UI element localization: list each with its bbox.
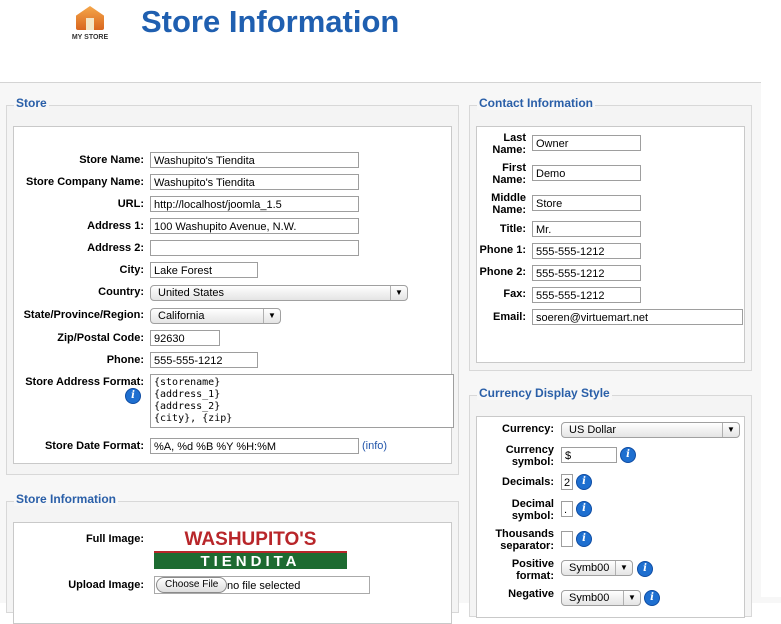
store-fields: Store Name: Washupito's Tiendita Store C… bbox=[13, 126, 454, 464]
currency-symbol-input[interactable]: $ bbox=[561, 447, 617, 463]
decimal-symbol-label: Decimal symbol: bbox=[511, 498, 554, 522]
address2-input[interactable] bbox=[150, 240, 359, 256]
first-name-input[interactable]: Demo bbox=[532, 165, 641, 181]
info-icon[interactable]: i bbox=[576, 501, 592, 517]
title-label: Title: bbox=[499, 223, 526, 235]
date-format-input[interactable]: %A, %d %B %Y %H:%M bbox=[150, 438, 359, 454]
store-logo-image: WASHUPITO'S TIENDITA bbox=[154, 530, 347, 570]
logo-top-text: WASHUPITO'S bbox=[154, 530, 347, 550]
info-icon[interactable]: i bbox=[644, 590, 660, 606]
address2-label: Address 2: bbox=[87, 242, 144, 254]
company-name-label: Store Company Name: bbox=[26, 176, 144, 188]
fax-input[interactable]: 555-555-1212 bbox=[532, 287, 641, 303]
no-file-text: no file selected bbox=[227, 580, 301, 592]
decimal-symbol-input[interactable]: . bbox=[561, 501, 573, 517]
url-label: URL: bbox=[117, 198, 144, 210]
currency-panel: Currency Display Style Currency: US Doll… bbox=[469, 386, 752, 618]
phone1-input[interactable]: 555-555-1212 bbox=[532, 243, 641, 259]
store-information-fields: Full Image: WASHUPITO'S TIENDITA Upload … bbox=[13, 522, 452, 624]
title-input[interactable]: Mr. bbox=[532, 221, 641, 237]
negative-format-select[interactable]: Symb00 ▼ bbox=[561, 590, 641, 606]
address1-label: Address 1: bbox=[87, 220, 144, 232]
phone-label: Phone: bbox=[106, 354, 144, 366]
logo-bottom-text: TIENDITA bbox=[154, 551, 347, 570]
state-label: State/Province/Region: bbox=[23, 309, 144, 321]
currency-label: Currency: bbox=[502, 423, 554, 435]
dropdown-arrow-icon: ▼ bbox=[390, 286, 407, 300]
info-icon[interactable]: i bbox=[576, 531, 592, 547]
decimals-input[interactable]: 2 bbox=[561, 474, 573, 490]
info-icon[interactable]: i bbox=[637, 561, 653, 577]
last-name-input[interactable]: Owner bbox=[532, 135, 641, 151]
upload-field: Choose File no file selected bbox=[154, 576, 370, 594]
form-area: Store Store Name: Washupito's Tiendita S… bbox=[0, 82, 781, 624]
logo-text: MY STORE bbox=[71, 34, 109, 41]
scrollbar-area[interactable] bbox=[761, 82, 781, 597]
middle-name-label: Middle Name: bbox=[491, 192, 526, 216]
address-format-textarea[interactable]: {storename} {address_1} {address_2} {cit… bbox=[150, 374, 454, 428]
decimals-label: Decimals: bbox=[502, 476, 554, 488]
phone2-label: Phone 2: bbox=[479, 266, 526, 278]
thousands-separator-label: Thousands separator: bbox=[495, 528, 554, 552]
info-link[interactable]: (info) bbox=[362, 440, 387, 452]
state-select[interactable]: California ▼ bbox=[150, 308, 281, 324]
info-icon[interactable]: i bbox=[125, 388, 141, 404]
last-name-label: Last Name: bbox=[492, 132, 526, 156]
full-image-label: Full Image: bbox=[85, 533, 144, 545]
page-title: Store Information bbox=[141, 4, 400, 39]
email-input[interactable]: soeren@virtuemart.net bbox=[532, 309, 743, 325]
company-name-input[interactable]: Washupito's Tiendita bbox=[150, 174, 359, 190]
state-value: California bbox=[158, 310, 205, 322]
city-input[interactable]: Lake Forest bbox=[150, 262, 258, 278]
email-label: Email: bbox=[492, 311, 526, 323]
currency-symbol-label: Currency symbol: bbox=[505, 444, 554, 468]
positive-format-value: Symb00 bbox=[569, 562, 610, 574]
currency-value: US Dollar bbox=[569, 424, 617, 436]
contact-legend: Contact Information bbox=[477, 96, 595, 110]
fax-label: Fax: bbox=[503, 288, 526, 300]
address-format-label: Store Address Format: bbox=[25, 376, 144, 388]
page-header: MY STORE Store Information bbox=[0, 0, 781, 70]
country-select[interactable]: United States ▼ bbox=[150, 285, 408, 301]
dropdown-arrow-icon: ▼ bbox=[623, 591, 640, 605]
address1-input[interactable]: 100 Washupito Avenue, N.W. bbox=[150, 218, 359, 234]
zip-label: Zip/Postal Code: bbox=[57, 332, 144, 344]
dropdown-arrow-icon: ▼ bbox=[263, 309, 280, 323]
thousands-separator-input[interactable] bbox=[561, 531, 573, 547]
store-name-input[interactable]: Washupito's Tiendita bbox=[150, 152, 359, 168]
zip-input[interactable]: 92630 bbox=[150, 330, 220, 346]
positive-format-label: Positive format: bbox=[511, 558, 554, 582]
url-input[interactable]: http://localhost/joomla_1.5 bbox=[150, 196, 359, 212]
store-information-panel: Store Information Full Image: WASHUPITO'… bbox=[6, 492, 459, 624]
store-information-legend: Store Information bbox=[14, 492, 119, 506]
dropdown-arrow-icon: ▼ bbox=[722, 423, 739, 437]
dropdown-arrow-icon: ▼ bbox=[615, 561, 632, 575]
choose-file-button[interactable]: Choose File bbox=[156, 577, 228, 593]
middle-name-input[interactable]: Store bbox=[532, 195, 641, 211]
contact-panel: Contact Information Last Name: Owner Fir… bbox=[469, 96, 752, 371]
contact-fields: Last Name: Owner First Name: Demo Middle… bbox=[476, 126, 745, 363]
positive-format-select[interactable]: Symb00 ▼ bbox=[561, 560, 633, 576]
date-format-label: Store Date Format: bbox=[44, 440, 144, 452]
currency-select[interactable]: US Dollar ▼ bbox=[561, 422, 740, 438]
first-name-label: First Name: bbox=[492, 162, 526, 186]
store-legend: Store bbox=[14, 96, 49, 110]
info-icon[interactable]: i bbox=[576, 474, 592, 490]
phone-input[interactable]: 555-555-1212 bbox=[150, 352, 258, 368]
negative-format-value: Symb00 bbox=[569, 592, 610, 604]
upload-image-label: Upload Image: bbox=[68, 579, 144, 591]
store-panel: Store Store Name: Washupito's Tiendita S… bbox=[6, 96, 459, 475]
info-icon[interactable]: i bbox=[620, 447, 636, 463]
city-label: City: bbox=[119, 264, 144, 276]
phone2-input[interactable]: 555-555-1212 bbox=[532, 265, 641, 281]
country-label: Country: bbox=[98, 286, 144, 298]
currency-fields: Currency: US Dollar ▼ Currency symbol: $… bbox=[476, 416, 745, 618]
country-value: United States bbox=[158, 287, 225, 299]
phone1-label: Phone 1: bbox=[479, 244, 526, 256]
store-name-label: Store Name: bbox=[79, 154, 144, 166]
negative-format-label: Negative bbox=[508, 588, 554, 600]
store-house-icon: MY STORE bbox=[68, 4, 112, 46]
currency-legend: Currency Display Style bbox=[477, 386, 612, 400]
